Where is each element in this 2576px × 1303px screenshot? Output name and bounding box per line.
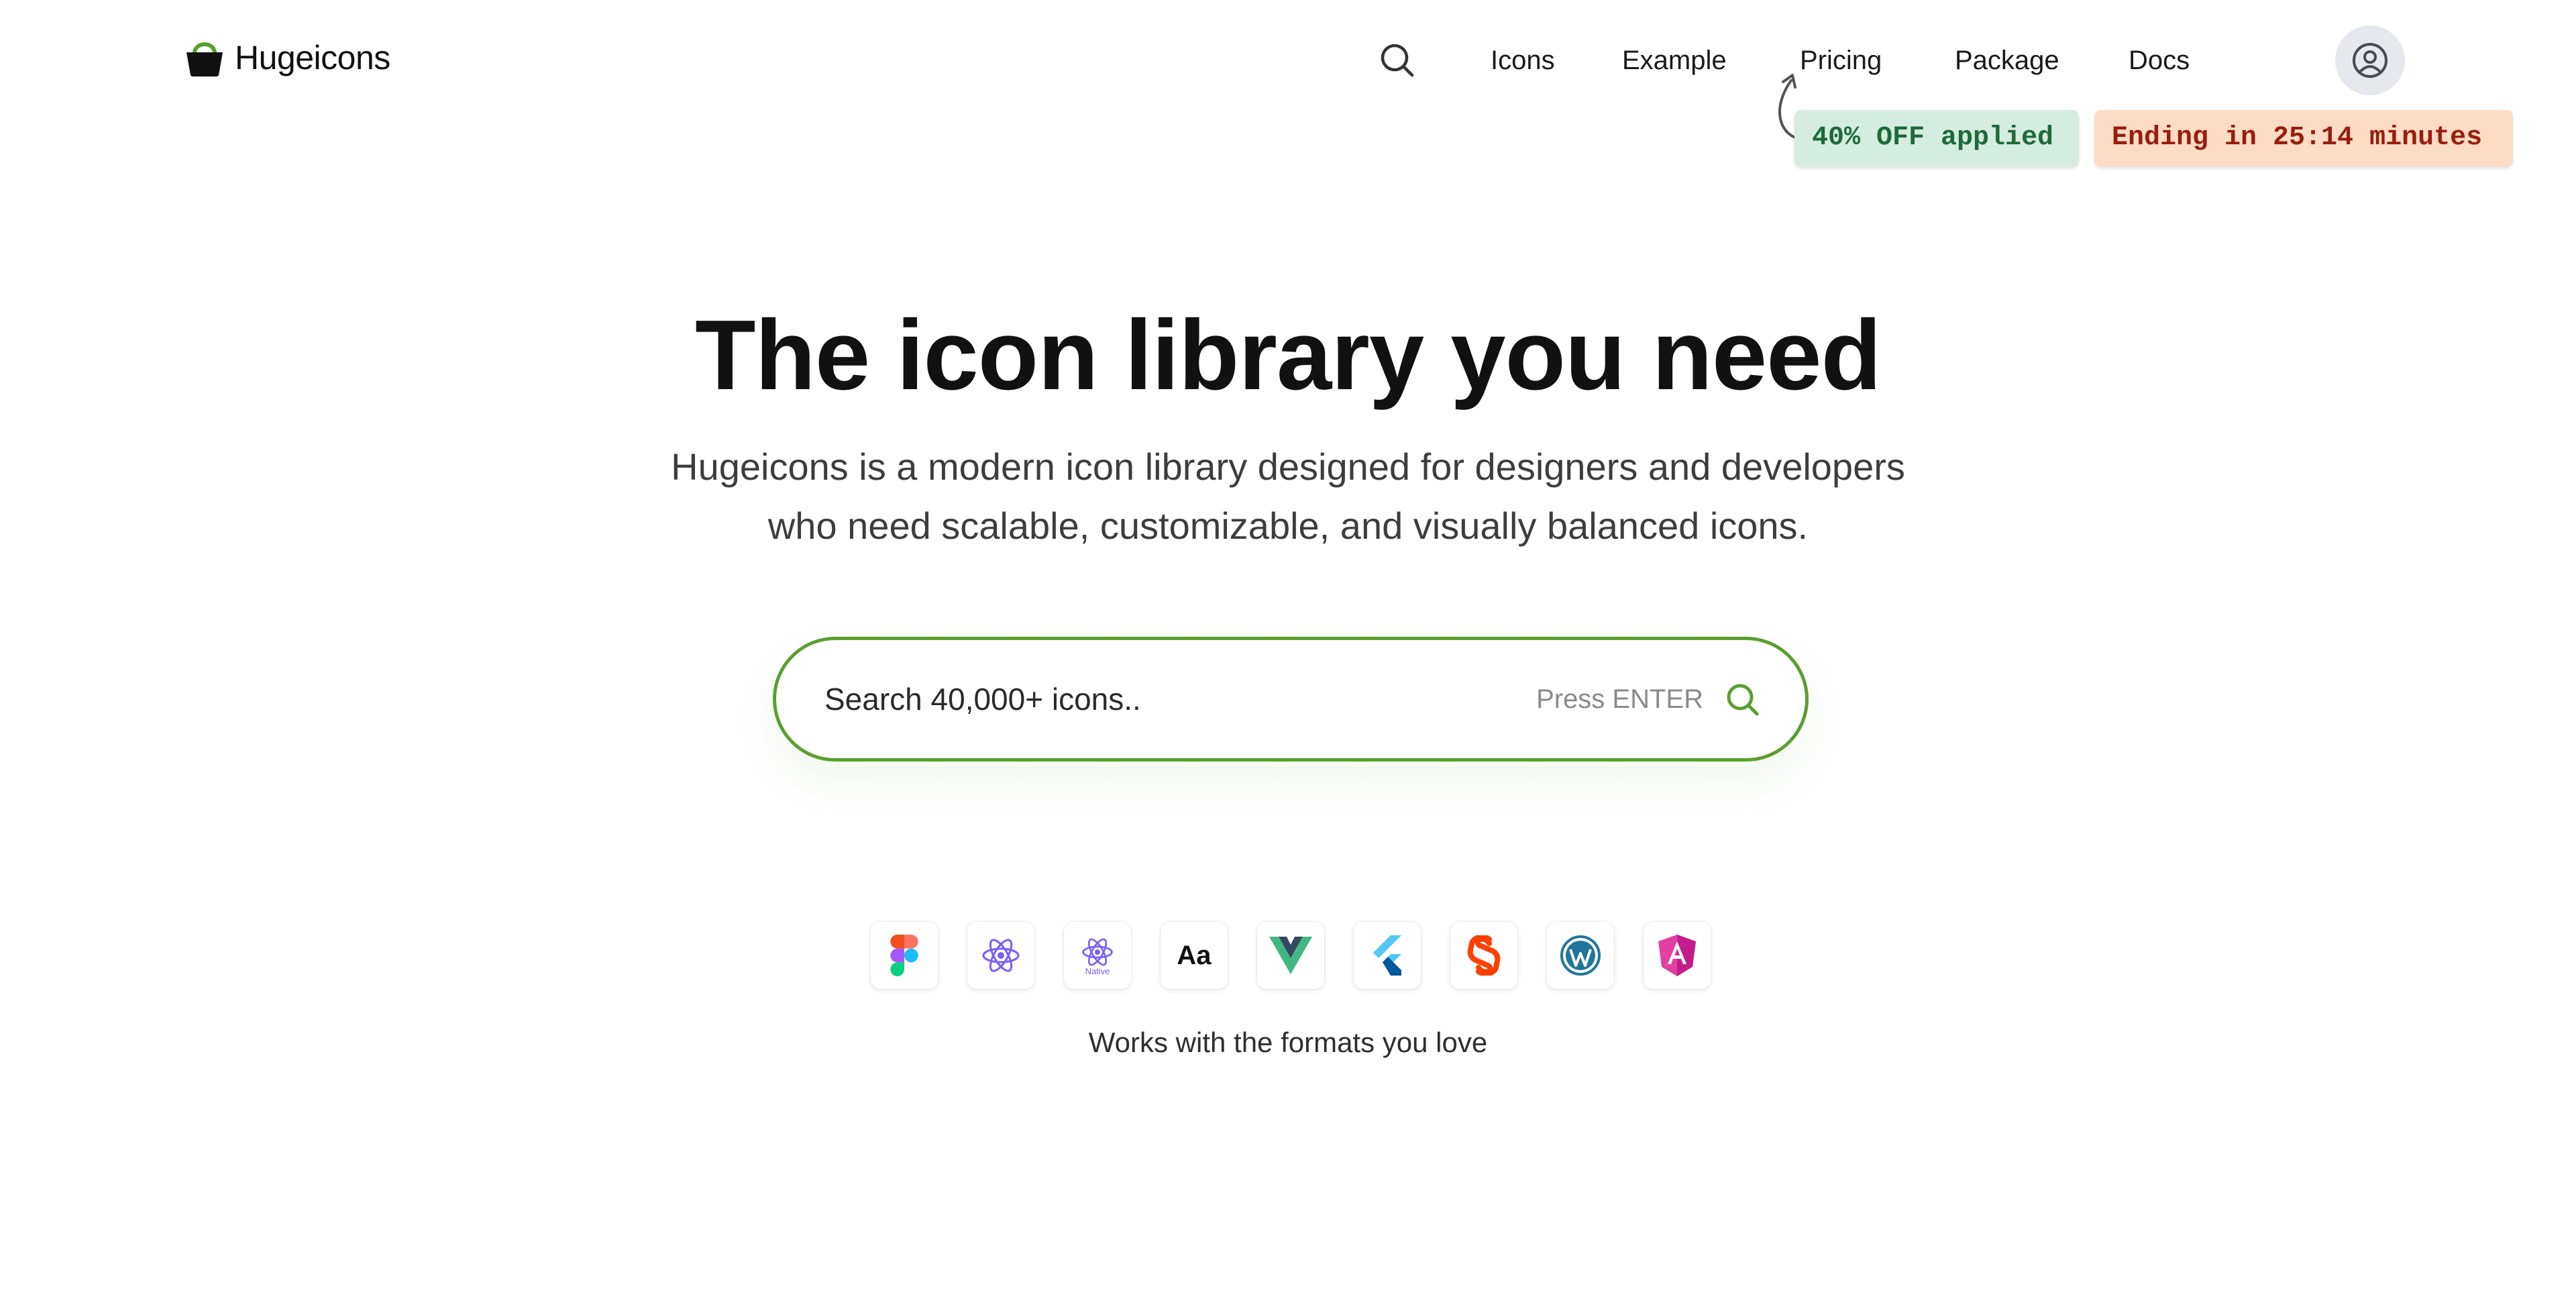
- formats-caption: Works with the formats you love: [1088, 1027, 1488, 1058]
- format-figma[interactable]: [871, 922, 938, 989]
- nav-pricing-link[interactable]: Pricing: [1800, 42, 1882, 79]
- nav-package-link[interactable]: Package: [1955, 42, 2059, 79]
- vue-icon: [1269, 937, 1312, 974]
- wordpress-icon: [1560, 935, 1601, 976]
- format-react-native[interactable]: Native: [1064, 922, 1131, 989]
- react-icon: [982, 939, 1020, 972]
- user-circle-icon: [2353, 43, 2387, 78]
- format-vue[interactable]: [1257, 922, 1324, 989]
- font-icon: Aa: [1177, 940, 1212, 970]
- figma-icon: [890, 935, 918, 976]
- hero-subtitle-line-1: Hugeicons is a modern icon library desig…: [671, 446, 1905, 488]
- discount-badge: 40% OFF applied: [1794, 110, 2079, 166]
- nav-icons-link[interactable]: Icons: [1491, 42, 1555, 79]
- format-flutter[interactable]: [1354, 922, 1421, 989]
- nav-docs-link[interactable]: Docs: [2129, 42, 2190, 79]
- icon-search-input[interactable]: Search 40,000+ icons.. Press ENTER: [773, 637, 1809, 762]
- hero-title: The icon library you need: [695, 300, 1882, 411]
- search-submit-icon[interactable]: [1725, 682, 1761, 718]
- countdown-badge: Ending in 25:14 minutes: [2094, 110, 2513, 166]
- hero-subtitle: Hugeicons is a modern icon library desig…: [584, 437, 1992, 556]
- angular-icon: [1658, 935, 1696, 976]
- format-react[interactable]: [967, 922, 1034, 989]
- flutter-icon: [1373, 935, 1401, 976]
- format-wordpress[interactable]: [1547, 922, 1614, 989]
- react-native-icon: [1082, 938, 1113, 966]
- format-svelte[interactable]: [1450, 922, 1517, 989]
- site-header: Hugeicons Icons Example Pricing Package …: [0, 0, 2576, 121]
- nav-example-link[interactable]: Example: [1622, 42, 1727, 79]
- search-placeholder: Search 40,000+ icons..: [824, 682, 1141, 717]
- user-avatar-button[interactable]: [2335, 25, 2405, 95]
- search-icon[interactable]: [1379, 42, 1416, 79]
- react-native-label: Native: [1085, 966, 1110, 976]
- search-hint: Press ENTER: [1536, 684, 1703, 714]
- basket-logo-icon: [186, 42, 223, 76]
- brand-logo[interactable]: Hugeicons: [185, 38, 390, 78]
- format-font[interactable]: Aa: [1161, 922, 1228, 989]
- hero-subtitle-line-2: who need scalable, customizable, and vis…: [767, 505, 1809, 547]
- format-icons-row: Native Aa: [871, 922, 1711, 989]
- svelte-icon: [1467, 935, 1501, 976]
- format-angular[interactable]: [1644, 922, 1711, 989]
- brand-name: Hugeicons: [235, 39, 390, 76]
